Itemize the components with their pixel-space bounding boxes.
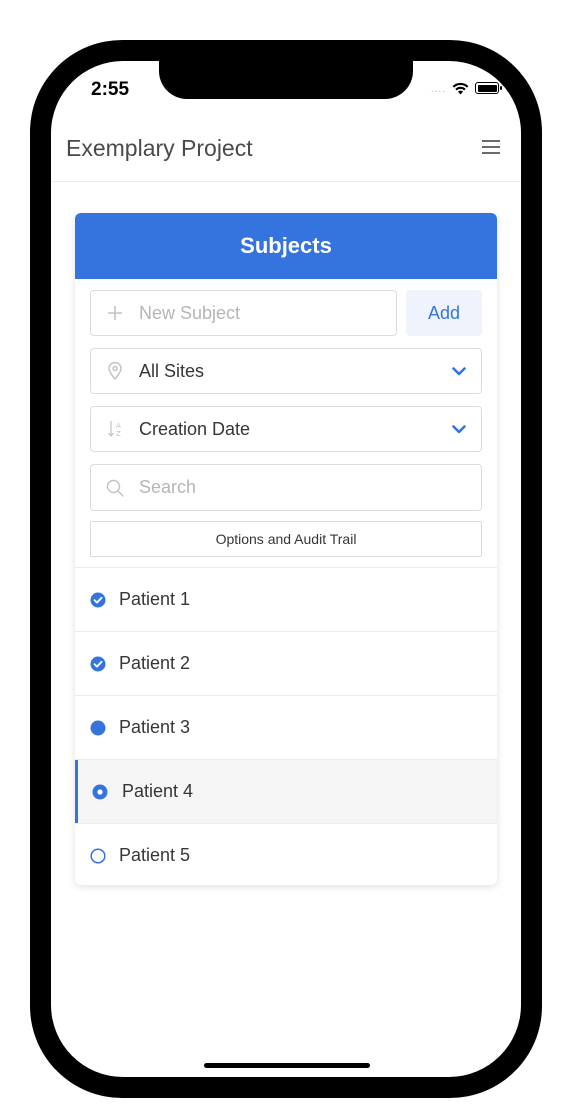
search-input[interactable]: Search [90,464,482,511]
notch [159,61,413,99]
patient-item-5[interactable]: Patient 5 [75,824,497,885]
wifi-icon [452,82,469,94]
plus-icon [91,306,139,320]
empty-circle-icon [90,847,106,864]
sort-select[interactable]: AZ Creation Date [90,406,482,452]
page-title: Exemplary Project [66,135,253,161]
app-header: Exemplary Project [51,123,521,182]
new-subject-placeholder: New Subject [139,302,241,323]
svg-text:A: A [116,422,121,430]
search-icon [91,479,139,497]
search-placeholder: Search [139,477,197,497]
patient-item-4[interactable]: Patient 4 [75,760,497,824]
screen: 2:55 .... Exemplary Project Subjects New… [51,61,521,1077]
sort-select-value: Creation Date [139,418,251,439]
site-select-value: All Sites [139,360,205,381]
svg-text:Z: Z [116,430,121,438]
patient-label: Patient 1 [119,589,191,609]
add-button[interactable]: Add [406,290,482,336]
subjects-card: Subjects New Subject Add All Sites AZ Cr… [75,213,497,885]
patient-label: Patient 3 [119,717,191,737]
patient-item-2[interactable]: Patient 2 [75,632,497,696]
options-audit-trail-button[interactable]: Options and Audit Trail [90,521,482,557]
location-pin-icon [91,362,139,380]
site-select[interactable]: All Sites [90,348,482,394]
hamburger-menu-icon[interactable] [482,140,500,154]
battery-icon [475,82,502,94]
patient-label: Patient 5 [119,845,191,865]
new-subject-input[interactable]: New Subject [90,290,397,336]
patient-item-3[interactable]: Patient 3 [75,696,497,760]
patient-item-1[interactable]: Patient 1 [75,568,497,632]
chevron-down-icon [437,424,481,434]
chevron-down-icon [437,366,481,376]
card-title: Subjects [75,213,497,279]
home-indicator[interactable] [204,1063,370,1068]
check-circle-icon [90,592,106,608]
patient-list: Patient 1 Patient 2 Patient 3 Patient 4 [75,567,497,885]
status-icons: .... [430,81,502,95]
check-circle-icon [90,656,106,672]
patient-label: Patient 4 [122,781,194,801]
patient-label: Patient 2 [119,653,191,673]
filled-circle-icon [90,720,106,736]
status-time: 2:55 [91,79,130,100]
signal-dots: .... [430,84,446,95]
sort-icon: AZ [91,420,139,438]
dot-circle-icon [92,784,108,800]
